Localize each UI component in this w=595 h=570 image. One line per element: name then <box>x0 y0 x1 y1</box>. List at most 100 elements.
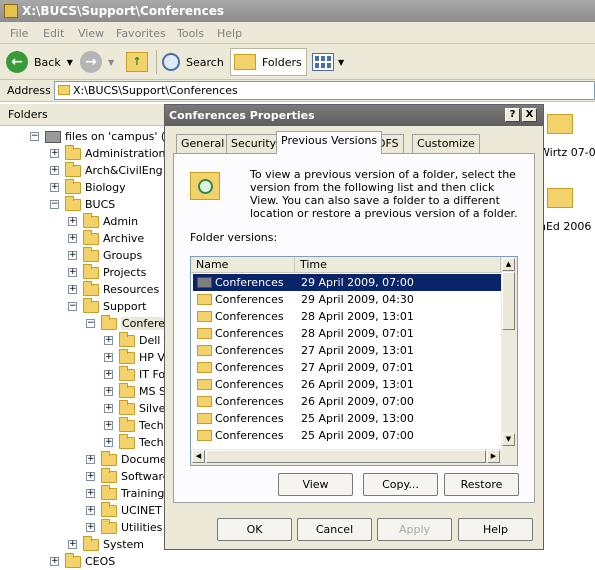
column-header-name[interactable]: Name <box>191 257 295 273</box>
tab-previous-versions[interactable]: Previous Versions <box>276 131 383 154</box>
expand-icon[interactable]: + <box>86 506 95 515</box>
forward-button[interactable]: → ▼ <box>80 48 114 76</box>
version-row[interactable]: Conferences 27 April 2009, 13:01 <box>193 342 501 359</box>
expand-icon[interactable]: + <box>86 523 95 532</box>
tree-item[interactable]: + IT Fo <box>104 365 165 383</box>
collapse-icon[interactable]: − <box>30 132 39 141</box>
tree-item[interactable]: + HP V <box>104 348 165 366</box>
tree-item[interactable]: + Arch&CivilEng <box>50 161 163 179</box>
scroll-right-arrow-icon[interactable]: ▶ <box>487 450 500 463</box>
expand-icon[interactable]: + <box>86 489 95 498</box>
window-title-bar[interactable]: X:\BUCS\Support\Conferences <box>0 0 595 22</box>
tree-item[interactable]: + Training <box>86 484 164 502</box>
expand-icon[interactable]: + <box>68 217 77 226</box>
tab-customize[interactable]: Customize <box>412 134 480 153</box>
expand-icon[interactable]: + <box>104 336 113 345</box>
scrollbar-thumb[interactable] <box>502 272 515 330</box>
tree-item[interactable]: + Administration <box>50 144 166 162</box>
expand-icon[interactable]: + <box>68 234 77 243</box>
version-row[interactable]: Conferences 28 April 2009, 07:01 <box>193 325 501 342</box>
scroll-up-arrow-icon[interactable]: ▲ <box>502 258 515 271</box>
back-button[interactable]: ← Back ▼ <box>6 48 73 76</box>
tree-item[interactable]: + Dell T <box>104 331 171 349</box>
version-row[interactable]: Conferences 26 April 2009, 07:00 <box>193 393 501 410</box>
version-row[interactable]: Conferences 28 April 2009, 13:01 <box>193 308 501 325</box>
file-item-label[interactable]: Wirtz 07-07 <box>539 146 595 159</box>
expand-icon[interactable]: + <box>50 149 59 158</box>
tree-item[interactable]: + Projects <box>68 263 146 281</box>
tree-item[interactable]: − BUCS <box>50 195 115 213</box>
tab-security[interactable]: Security <box>226 134 282 153</box>
tree-item[interactable]: + CEOS <box>50 552 115 570</box>
tree-item[interactable]: + UCINET <box>86 501 162 519</box>
view-button[interactable]: View <box>278 473 353 496</box>
expand-icon[interactable]: + <box>86 455 95 464</box>
dropdown-arrow-icon[interactable]: ▼ <box>338 58 344 67</box>
cancel-button[interactable]: Cancel <box>297 518 372 541</box>
scroll-left-arrow-icon[interactable]: ◀ <box>192 450 205 463</box>
help-button[interactable]: ? <box>505 108 520 122</box>
tree-item[interactable]: + Documen <box>86 450 174 468</box>
apply-button[interactable]: Apply <box>377 518 452 541</box>
version-row[interactable]: Conferences 26 April 2009, 13:01 <box>193 376 501 393</box>
version-row[interactable]: Conferences 29 April 2009, 07:00 <box>193 274 501 291</box>
tree-item[interactable]: + Tech <box>104 416 164 434</box>
tree-item-root[interactable]: − files on 'campus' (X:) <box>30 128 181 145</box>
dropdown-arrow-icon[interactable]: ▼ <box>67 58 73 67</box>
version-row[interactable]: Conferences 27 April 2009, 07:01 <box>193 359 501 376</box>
menu-edit[interactable]: Edit <box>43 27 64 40</box>
ok-button[interactable]: OK <box>217 518 292 541</box>
menu-favorites[interactable]: Favorites <box>116 27 166 40</box>
scrollbar-thumb[interactable] <box>206 450 486 463</box>
expand-icon[interactable]: + <box>86 472 95 481</box>
versions-list[interactable]: Name Time Conferences 29 April 2009, 07:0… <box>190 256 518 466</box>
collapse-icon[interactable]: − <box>68 302 77 311</box>
tree-item[interactable]: + Utilities <box>86 518 162 536</box>
menu-view[interactable]: View <box>78 27 104 40</box>
horizontal-scrollbar[interactable]: ◀ ▶ <box>191 449 517 465</box>
restore-button[interactable]: Restore <box>444 473 519 496</box>
expand-icon[interactable]: + <box>104 370 113 379</box>
views-button[interactable]: ▼ <box>312 48 344 76</box>
expand-icon[interactable]: + <box>104 353 113 362</box>
tree-item[interactable]: + Biology <box>50 178 126 196</box>
vertical-scrollbar[interactable]: ▲ ▼ <box>501 257 517 449</box>
tree-item[interactable]: + Groups <box>68 246 142 264</box>
up-folder-button[interactable]: ↑ <box>126 48 148 76</box>
menu-tools[interactable]: Tools <box>177 27 204 40</box>
help-dialog-button[interactable]: Help <box>458 518 533 541</box>
expand-icon[interactable]: + <box>68 285 77 294</box>
tree-item[interactable]: + Tech <box>104 433 164 451</box>
tree-item[interactable]: + Archive <box>68 229 144 247</box>
tree-item[interactable]: + System <box>68 535 144 553</box>
dialog-title-bar[interactable]: Conferences Properties <box>165 105 543 126</box>
column-header-time[interactable]: Time <box>295 257 501 273</box>
expand-icon[interactable]: + <box>50 183 59 192</box>
tab-general[interactable]: General <box>176 134 230 153</box>
expand-icon[interactable]: + <box>104 421 113 430</box>
scroll-down-arrow-icon[interactable]: ▼ <box>502 433 515 446</box>
collapse-icon[interactable]: − <box>86 319 95 328</box>
expand-icon[interactable]: + <box>68 540 77 549</box>
version-row[interactable]: Conferences 25 April 2009, 07:00 <box>193 427 501 444</box>
expand-icon[interactable]: + <box>68 251 77 260</box>
expand-icon[interactable]: + <box>104 387 113 396</box>
menu-file[interactable]: File <box>10 27 28 40</box>
expand-icon[interactable]: + <box>104 438 113 447</box>
folder-icon[interactable] <box>547 114 573 134</box>
version-row[interactable]: Conferences 29 April 2009, 04:30 <box>193 291 501 308</box>
address-input[interactable]: X:\BUCS\Support\Conferences <box>54 81 595 100</box>
tree-item[interactable]: + Resources <box>68 280 159 298</box>
expand-icon[interactable]: + <box>50 557 59 566</box>
collapse-icon[interactable]: − <box>50 200 59 209</box>
tree-item[interactable]: − Support <box>68 297 146 315</box>
tree-item[interactable]: + Admin <box>68 212 138 230</box>
close-button[interactable]: X <box>522 108 537 122</box>
tree-item[interactable]: + Silve <box>104 399 165 417</box>
folder-icon[interactable] <box>547 188 573 208</box>
expand-icon[interactable]: + <box>68 268 77 277</box>
tree-item[interactable]: + MS S <box>104 382 166 400</box>
file-item-label[interactable]: hEd 2006 <box>539 220 591 233</box>
tree-item[interactable]: + Software <box>86 467 170 485</box>
dropdown-arrow-icon[interactable]: ▼ <box>108 58 114 67</box>
